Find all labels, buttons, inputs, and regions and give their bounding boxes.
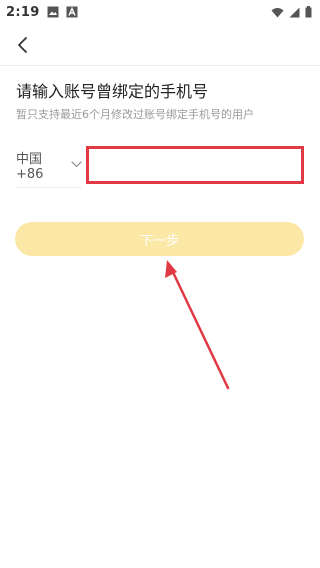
country-code-label: 中国+86: [16, 151, 44, 182]
page-title: 请输入账号曾绑定的手机号: [16, 82, 209, 101]
screen: 2:19 请输入账号曾绑定的手机号 暂只支持最近6个月修改过账号绑定手机号的用户…: [0, 0, 320, 568]
status-time: 2:19: [6, 4, 40, 20]
chevron-down-icon: [71, 161, 82, 168]
app-a-icon: [66, 6, 78, 18]
status-bar: 2:19: [0, 0, 320, 24]
next-button[interactable]: 下一步: [15, 222, 304, 256]
phone-input[interactable]: [86, 146, 304, 184]
nav-bar: [0, 24, 320, 66]
country-code-selector[interactable]: 中国+86: [16, 142, 82, 188]
status-left: 2:19: [6, 5, 78, 20]
image-icon: [47, 6, 59, 18]
back-button[interactable]: [10, 32, 36, 58]
arrow-head: [165, 260, 177, 278]
signal-icon: [289, 7, 300, 18]
chevron-left-icon: [18, 37, 27, 53]
wifi-icon: [271, 7, 284, 18]
status-right: [271, 6, 312, 18]
page-subtitle: 暂只支持最近6个月修改过账号绑定手机号的用户: [16, 108, 254, 121]
phone-row: 中国+86: [16, 142, 306, 188]
battery-icon: [305, 6, 312, 18]
